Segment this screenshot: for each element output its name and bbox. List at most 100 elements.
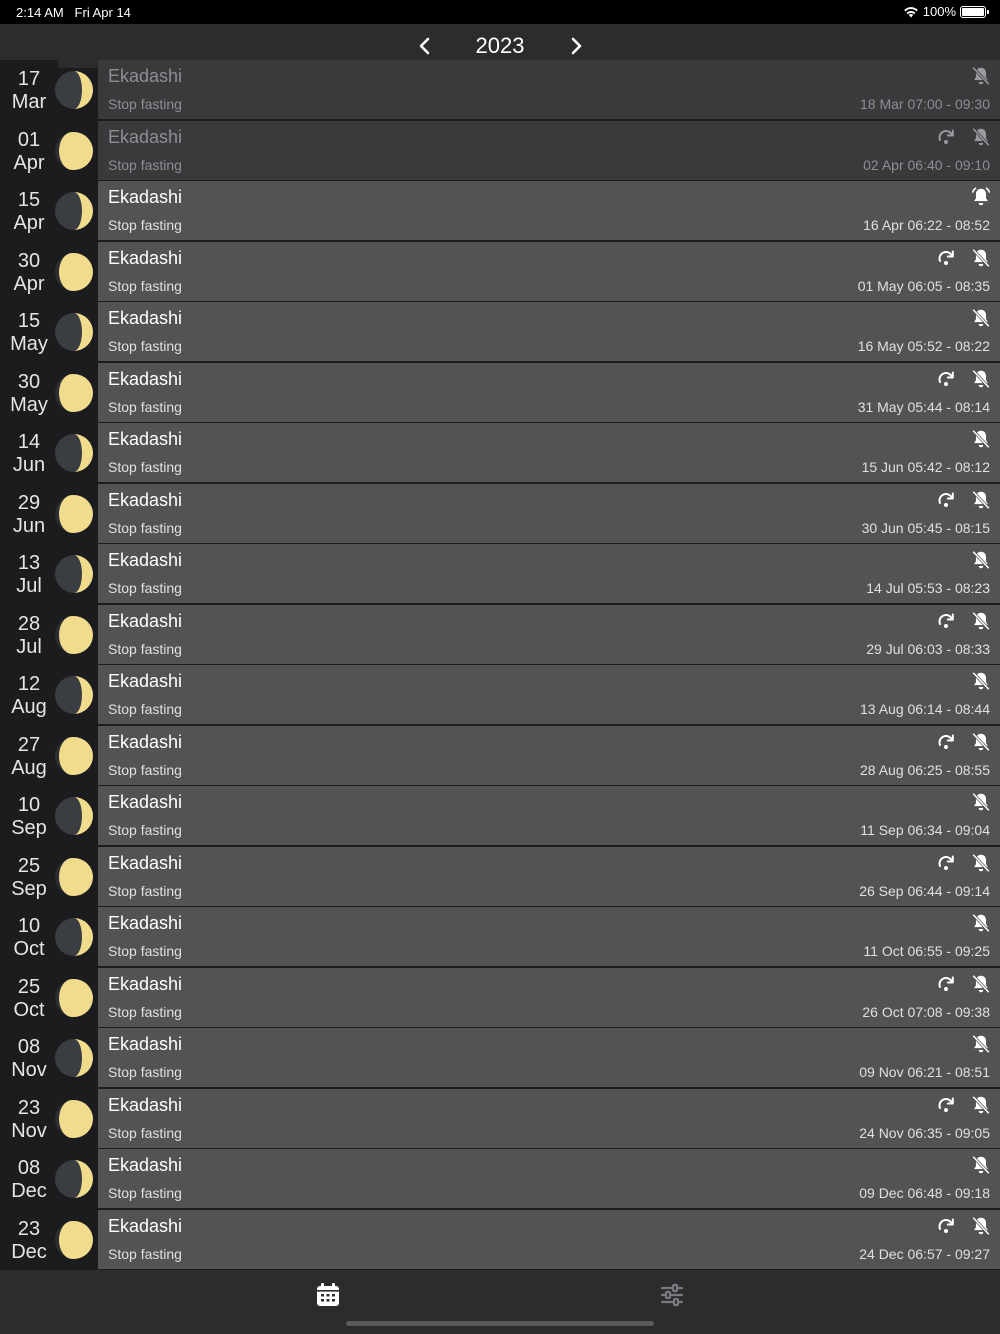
event-card[interactable]: Ekadashi Stop fasting 29 Jul 06:03 - 08:… <box>98 604 1000 664</box>
bell-off-icon[interactable] <box>970 549 992 571</box>
bell-off-icon[interactable] <box>970 670 992 692</box>
battery-percent: 100% <box>922 4 956 19</box>
event-subtitle: Stop fasting <box>108 398 182 415</box>
bell-off-icon[interactable] <box>970 65 992 87</box>
event-row[interactable]: 30 Apr Ekadashi Stop fasting 01 May 06:0… <box>0 241 1000 301</box>
event-month: Oct <box>13 998 45 1021</box>
event-month: Sep <box>11 877 47 900</box>
event-day: 01 <box>17 128 41 151</box>
event-row[interactable]: 29 Jun Ekadashi Stop fasting 30 Jun 05:4… <box>0 483 1000 543</box>
event-card[interactable]: Ekadashi Stop fasting 01 May 06:05 - 08:… <box>98 241 1000 301</box>
moon-phase-icon <box>55 797 93 835</box>
event-card[interactable]: Ekadashi Stop fasting 02 Apr 06:40 - 09:… <box>98 120 1000 180</box>
event-row[interactable]: 23 Nov Ekadashi Stop fasting 24 Nov 06:3… <box>0 1088 1000 1148</box>
event-day: 17 <box>17 68 41 90</box>
event-card[interactable]: Ekadashi Stop fasting 11 Sep 06:34 - 09:… <box>98 786 1000 845</box>
bell-off-icon[interactable] <box>970 489 992 511</box>
event-row[interactable]: 28 Jul Ekadashi Stop fasting 29 Jul 06:0… <box>0 604 1000 664</box>
event-day: 13 <box>17 552 41 574</box>
event-card[interactable]: Ekadashi Stop fasting 26 Sep 06:44 - 09:… <box>98 846 1000 906</box>
event-subtitle: Stop fasting <box>108 882 182 899</box>
bell-off-icon[interactable] <box>970 731 992 753</box>
event-row[interactable]: 15 Apr Ekadashi Stop fasting 16 Apr 06:2… <box>0 181 1000 240</box>
event-row[interactable]: 08 Dec Ekadashi Stop fasting 09 Dec 06:4… <box>0 1149 1000 1208</box>
event-row[interactable]: 23 Dec Ekadashi Stop fasting 24 Dec 06:5… <box>0 1209 1000 1269</box>
event-row[interactable]: 30 May Ekadashi Stop fasting 31 May 05:4… <box>0 362 1000 422</box>
event-date: 28 Jul <box>0 604 58 664</box>
bell-off-icon[interactable] <box>970 1033 992 1055</box>
bell-off-icon[interactable] <box>970 247 992 269</box>
event-card[interactable]: Ekadashi Stop fasting 09 Dec 06:48 - 09:… <box>98 1149 1000 1208</box>
bell-off-icon[interactable] <box>970 126 992 148</box>
event-card[interactable]: Ekadashi Stop fasting 13 Aug 06:14 - 08:… <box>98 665 1000 724</box>
event-time-range: 31 May 05:44 - 08:14 <box>857 398 990 415</box>
moon-phase-icon <box>55 978 93 1017</box>
event-month: Sep <box>11 817 47 839</box>
event-card[interactable]: Ekadashi Stop fasting 11 Oct 06:55 - 09:… <box>98 907 1000 966</box>
bell-off-icon[interactable] <box>970 791 992 813</box>
event-row[interactable]: 25 Oct Ekadashi Stop fasting 26 Oct 07:0… <box>0 967 1000 1027</box>
event-card[interactable]: Ekadashi Stop fasting 24 Dec 06:57 - 09:… <box>98 1209 1000 1269</box>
event-card[interactable]: Ekadashi Stop fasting 31 May 05:44 - 08:… <box>98 362 1000 422</box>
repeat-icon <box>938 371 954 386</box>
event-card[interactable]: Ekadashi Stop fasting 09 Nov 06:21 - 08:… <box>98 1028 1000 1087</box>
bell-off-icon[interactable] <box>970 852 992 874</box>
event-card[interactable]: Ekadashi Stop fasting 15 Jun 05:42 - 08:… <box>98 423 1000 482</box>
event-date: 29 Jun <box>0 483 58 543</box>
repeat-icon <box>938 976 954 991</box>
event-row[interactable]: 14 Jun Ekadashi Stop fasting 15 Jun 05:4… <box>0 423 1000 482</box>
sliders-icon[interactable] <box>659 1282 685 1308</box>
event-subtitle: Stop fasting <box>108 1124 182 1141</box>
event-subtitle: Stop fasting <box>108 217 182 233</box>
chevron-right-icon[interactable] <box>564 34 588 58</box>
calendar-icon[interactable] <box>315 1282 341 1308</box>
event-time-range: 09 Dec 06:48 - 09:18 <box>859 1185 990 1201</box>
event-day: 28 <box>17 612 41 635</box>
event-row[interactable]: 25 Sep Ekadashi Stop fasting 26 Sep 06:4… <box>0 846 1000 906</box>
event-title: Ekadashi <box>108 731 183 752</box>
event-card[interactable]: Ekadashi Stop fasting 26 Oct 07:08 - 09:… <box>98 967 1000 1027</box>
event-month: Jun <box>12 454 46 476</box>
event-row[interactable]: 01 Apr Ekadashi Stop fasting 02 Apr 06:4… <box>0 120 1000 180</box>
bell-off-icon[interactable] <box>970 1154 992 1176</box>
event-time-range: 30 Jun 05:45 - 08:15 <box>861 519 990 536</box>
moon-phase-icon <box>55 676 93 714</box>
event-title: Ekadashi <box>108 671 183 691</box>
event-row[interactable]: 10 Sep Ekadashi Stop fasting 11 Sep 06:3… <box>0 786 1000 845</box>
event-card[interactable]: Ekadashi Stop fasting 18 Mar 07:00 - 09:… <box>98 60 1000 119</box>
event-title: Ekadashi <box>108 489 183 510</box>
bell-off-icon[interactable] <box>970 610 992 632</box>
event-title: Ekadashi <box>108 1155 183 1175</box>
event-row[interactable]: 12 Aug Ekadashi Stop fasting 13 Aug 06:1… <box>0 665 1000 724</box>
event-card[interactable]: Ekadashi Stop fasting 16 May 05:52 - 08:… <box>98 302 1000 361</box>
event-row[interactable]: 17 Mar Ekadashi Stop fasting 18 Mar 07:0… <box>0 60 1000 119</box>
bell-off-icon[interactable] <box>970 1094 992 1116</box>
event-row[interactable]: 27 Aug Ekadashi Stop fasting 28 Aug 06:2… <box>0 725 1000 785</box>
event-card[interactable]: Ekadashi Stop fasting 30 Jun 05:45 - 08:… <box>98 483 1000 543</box>
event-card[interactable]: Ekadashi Stop fasting 16 Apr 06:22 - 08:… <box>98 181 1000 240</box>
event-title: Ekadashi <box>108 1215 183 1236</box>
event-row[interactable]: 10 Oct Ekadashi Stop fasting 11 Oct 06:5… <box>0 907 1000 966</box>
event-row[interactable]: 08 Nov Ekadashi Stop fasting 09 Nov 06:2… <box>0 1028 1000 1087</box>
bell-off-icon[interactable] <box>970 428 992 450</box>
event-card[interactable]: Ekadashi Stop fasting 14 Jul 05:53 - 08:… <box>98 544 1000 603</box>
event-date: 10 Oct <box>0 907 58 966</box>
event-card[interactable]: Ekadashi Stop fasting 28 Aug 06:25 - 08:… <box>98 725 1000 785</box>
moon-phase-icon <box>55 71 93 109</box>
event-day: 25 <box>17 975 41 998</box>
bell-off-icon[interactable] <box>970 368 992 390</box>
event-title: Ekadashi <box>108 126 183 147</box>
bell-off-icon[interactable] <box>970 973 992 995</box>
event-row[interactable]: 15 May Ekadashi Stop fasting 16 May 05:5… <box>0 302 1000 361</box>
event-time-range: 01 May 06:05 - 08:35 <box>857 277 990 294</box>
event-date: 27 Aug <box>0 725 58 785</box>
bell-ring-icon[interactable] <box>970 186 992 208</box>
event-row[interactable]: 13 Jul Ekadashi Stop fasting 14 Jul 05:5… <box>0 544 1000 603</box>
bell-off-icon[interactable] <box>970 912 992 934</box>
event-card[interactable]: Ekadashi Stop fasting 24 Nov 06:35 - 09:… <box>98 1088 1000 1148</box>
event-title: Ekadashi <box>108 429 183 449</box>
bell-off-icon[interactable] <box>970 1215 992 1237</box>
event-day: 10 <box>17 915 41 937</box>
bell-off-icon[interactable] <box>970 307 992 329</box>
event-day: 25 <box>17 854 41 877</box>
